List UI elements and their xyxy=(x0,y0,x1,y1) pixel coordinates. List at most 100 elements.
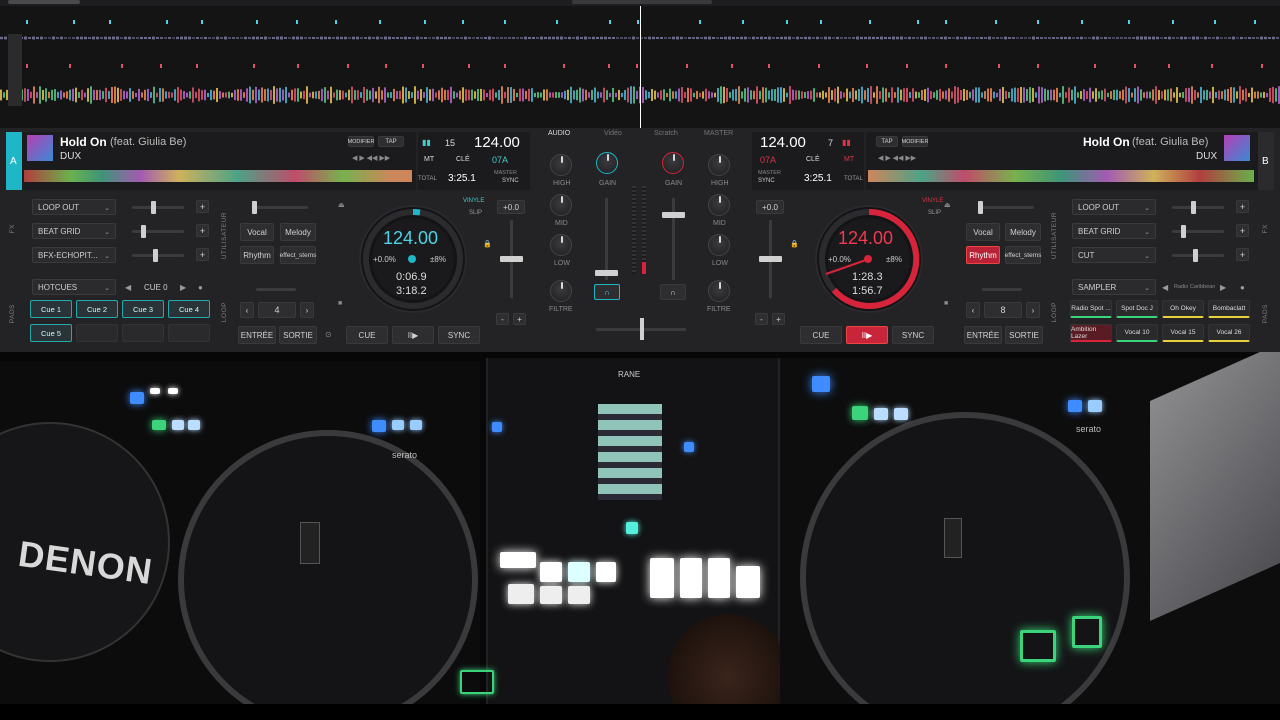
vinyl-toggle[interactable]: VINYLE xyxy=(922,198,943,204)
master-tempo-label[interactable]: MT xyxy=(424,156,434,163)
tab-fx[interactable]: FX xyxy=(1262,224,1269,233)
tab-pads[interactable]: PADS xyxy=(1262,304,1269,323)
tab-scratch[interactable]: Scratch xyxy=(654,130,678,137)
master-tempo-label[interactable]: MT xyxy=(844,156,854,163)
fx-level-slider[interactable] xyxy=(132,249,184,262)
eq-high-knob-a[interactable] xyxy=(550,154,572,176)
deck-option-icon[interactable]: ■ xyxy=(944,300,948,307)
tap-button[interactable]: TAP xyxy=(378,136,404,147)
fx-add-button[interactable]: + xyxy=(1236,200,1249,213)
fx-level-slider[interactable] xyxy=(1172,201,1224,214)
loop-half-button[interactable]: ‹ xyxy=(966,302,980,318)
pitch-minus-button[interactable]: - xyxy=(755,313,768,325)
play-pause-button[interactable]: II▶ xyxy=(392,326,434,344)
tab-video[interactable]: Vidéo xyxy=(604,130,622,137)
loop-size-display[interactable]: 8 xyxy=(984,302,1022,318)
fx-slot-dropdown[interactable]: CUT ⌄ xyxy=(1072,247,1156,263)
bpm-display[interactable]: 124.00 xyxy=(474,134,520,151)
stem-vocal-button[interactable]: Vocal xyxy=(240,223,274,241)
tab-audio[interactable]: AUDIO xyxy=(548,130,570,137)
sampler-pad[interactable]: Oh Okey xyxy=(1162,300,1204,318)
pitch-plus-button[interactable]: + xyxy=(513,313,526,325)
key-display[interactable]: 07A xyxy=(492,155,508,165)
fx-add-button[interactable]: + xyxy=(196,224,209,237)
tab-pads[interactable]: PADS xyxy=(9,304,16,323)
stem-rhythm-button[interactable]: Rhythm xyxy=(966,246,1000,264)
headphones-b-icon[interactable]: ∩ xyxy=(660,284,686,300)
stem-vocal-button[interactable]: Vocal xyxy=(966,223,1000,241)
fx-slot-dropdown[interactable]: BEAT GRID ⌄ xyxy=(32,223,116,239)
transport-icons[interactable]: ◀ ▶ ◀◀ ▶▶ xyxy=(878,154,916,162)
fx-level-slider[interactable] xyxy=(132,225,184,238)
eq-mid-knob-a[interactable] xyxy=(550,194,572,216)
loop-slider[interactable] xyxy=(256,288,296,291)
tab-loop[interactable]: LOOP xyxy=(1051,302,1058,322)
fx-add-button[interactable]: + xyxy=(1236,224,1249,237)
sampler-pad[interactable]: Vocal 26 xyxy=(1208,324,1250,342)
slip-toggle[interactable]: SLIP xyxy=(928,210,941,216)
cue-2-pad[interactable]: Cue 2 xyxy=(76,300,118,318)
eject-icon[interactable]: ⏏ xyxy=(338,201,345,209)
sampler-pad[interactable]: Spot Doc J xyxy=(1116,300,1158,318)
fx-slot-dropdown[interactable]: LOOP OUT ⌄ xyxy=(32,199,116,215)
tab-user[interactable]: UTILISATEUR xyxy=(221,212,228,259)
key-display[interactable]: 07A xyxy=(760,155,776,165)
cue-3-pad[interactable]: Cue 3 xyxy=(122,300,164,318)
cue-button[interactable]: CUE xyxy=(800,326,842,344)
transport-icons[interactable]: ◀ ▶ ◀◀ ▶▶ xyxy=(352,154,390,162)
prev-page-icon[interactable]: ◀ xyxy=(1162,283,1168,292)
tap-button[interactable]: TAP xyxy=(876,136,898,147)
effect-stems-button[interactable]: effect_stems xyxy=(280,246,316,264)
loop-in-button[interactable]: ENTRÉE xyxy=(964,326,1002,344)
lock-icon[interactable]: 🔒 xyxy=(483,240,492,248)
cue-4-pad[interactable]: Cue 4 xyxy=(168,300,210,318)
deck-a-indicator[interactable]: A xyxy=(6,132,22,190)
track-waveform-mini[interactable] xyxy=(24,170,412,182)
pitch-minus-button[interactable]: - xyxy=(496,313,509,325)
sync-status[interactable]: SYNC xyxy=(758,178,775,184)
volume-fader-b[interactable] xyxy=(662,198,685,280)
tab-master[interactable]: MASTER xyxy=(704,130,733,137)
next-page-icon[interactable]: ▶ xyxy=(1220,283,1226,292)
headphones-a-icon[interactable]: ∩ xyxy=(594,284,620,300)
bpm-display[interactable]: 124.00 xyxy=(760,134,806,151)
tab-loop[interactable]: LOOP xyxy=(221,302,228,322)
fx-slot-dropdown[interactable]: BEAT GRID ⌄ xyxy=(1072,223,1156,239)
pad-options-icon[interactable]: ● xyxy=(1240,283,1245,292)
toolbar-segment[interactable] xyxy=(8,0,80,4)
lock-icon[interactable]: 🔒 xyxy=(790,240,799,248)
sampler-pad[interactable]: Bombaclatt xyxy=(1208,300,1250,318)
pitch-value[interactable]: +0.0 xyxy=(756,200,784,214)
effect-stems-button[interactable]: effect_stems xyxy=(1005,246,1041,264)
pad-mode-dropdown[interactable]: SAMPLER ⌄ xyxy=(1072,279,1156,295)
prev-page-icon[interactable]: ◀ xyxy=(125,283,131,292)
fx-slot-dropdown[interactable]: BFX-ECHOPIT... ⌄ xyxy=(32,247,116,263)
eq-high-knob-b[interactable] xyxy=(708,154,730,176)
cue-1-pad[interactable]: Cue 1 xyxy=(30,300,72,318)
fx-add-button[interactable]: + xyxy=(1236,248,1249,261)
tab-user[interactable]: UTILISATEUR xyxy=(1051,212,1058,259)
sampler-pad[interactable]: Ambition Lazer xyxy=(1070,324,1112,342)
pitch-value[interactable]: +0.0 xyxy=(497,200,525,214)
fx-slot-dropdown[interactable]: LOOP OUT ⌄ xyxy=(1072,199,1156,215)
slip-toggle[interactable]: SLIP xyxy=(469,210,482,216)
sync-button[interactable]: SYNC xyxy=(892,326,934,344)
fx-level-slider[interactable] xyxy=(1172,249,1224,262)
loop-half-button[interactable]: ‹ xyxy=(240,302,254,318)
eq-low-knob-a[interactable] xyxy=(550,234,572,256)
loop-out-button[interactable]: SORTIE xyxy=(1005,326,1043,344)
empty-pad[interactable] xyxy=(76,324,118,342)
fx-level-slider[interactable] xyxy=(1172,225,1224,238)
stem-slider[interactable] xyxy=(252,201,308,214)
deck-b-indicator[interactable]: B xyxy=(1258,132,1274,190)
eq-mid-knob-b[interactable] xyxy=(708,194,730,216)
pad-mode-dropdown[interactable]: HOTCUES ⌄ xyxy=(32,279,116,295)
loop-double-button[interactable]: › xyxy=(1026,302,1040,318)
waveform-overview[interactable] xyxy=(0,6,1280,128)
vinyl-toggle[interactable]: VINYLE xyxy=(463,198,484,204)
gain-knob-b[interactable] xyxy=(662,152,684,174)
stem-melody-button[interactable]: Melody xyxy=(1005,223,1041,241)
loop-double-button[interactable]: › xyxy=(300,302,314,318)
empty-pad[interactable] xyxy=(122,324,164,342)
fx-level-slider[interactable] xyxy=(132,201,184,214)
